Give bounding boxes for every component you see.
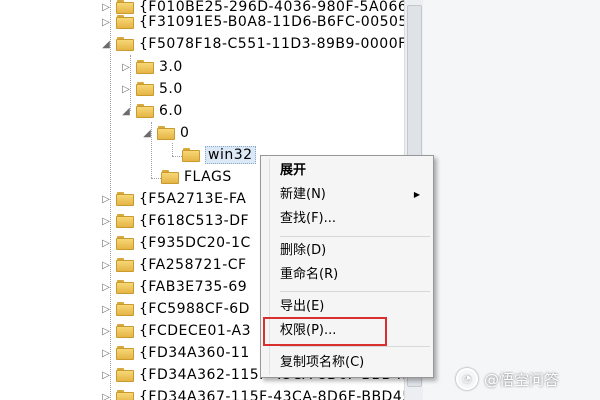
menu-item-expand[interactable]: 展开	[280, 161, 428, 181]
expand-arrow-icon[interactable]: ▷	[100, 194, 112, 205]
tree-item-selected[interactable]: ▷ win32	[166, 144, 256, 166]
tree-item-label: 6.0	[159, 103, 183, 119]
expand-arrow-icon[interactable]: ▷	[100, 348, 112, 359]
tree-item-label: 0	[180, 125, 190, 141]
menu-item-export[interactable]: 导出(E)	[280, 297, 428, 317]
tree-item[interactable]: ▷ {FD34A360-11	[100, 342, 250, 364]
collapse-arrow-icon[interactable]: ◢	[100, 39, 112, 50]
tree-item-label: {FA258721-CF	[139, 257, 247, 273]
expand-arrow-icon[interactable]: ▷	[120, 62, 132, 73]
tree-item-label: {F5A2713E-FA	[139, 191, 247, 207]
menu-separator	[280, 291, 430, 292]
watermark-text: @悟空问答	[484, 370, 560, 389]
folder-icon	[116, 15, 134, 29]
tree-item[interactable]: ▷ {F935DC20-1C	[100, 232, 251, 254]
menu-item-label: 重命名(R)	[280, 267, 339, 282]
folder-icon	[116, 368, 134, 382]
menu-item-label: 导出(E)	[280, 299, 325, 314]
tree-item[interactable]: ▷ {FCDECE01-A3	[100, 320, 251, 342]
expand-arrow-icon[interactable]: ▷	[120, 84, 132, 95]
folder-icon	[157, 126, 175, 140]
menu-item-rename[interactable]: 重命名(R)	[280, 265, 428, 285]
tree-item-label: {FC5988CF-6D	[139, 301, 250, 317]
folder-icon	[116, 214, 134, 228]
folder-icon	[116, 192, 134, 206]
folder-icon	[116, 346, 134, 360]
menu-item-find[interactable]: 查找(F)...	[280, 209, 428, 229]
tree-item[interactable]: ▷ {FD34A367-115F-43CA-8D6F-BBD45	[100, 386, 405, 400]
menu-separator	[280, 346, 430, 347]
folder-icon	[136, 60, 154, 74]
menu-item-delete[interactable]: 删除(D)	[280, 241, 428, 261]
menu-item-label: 删除(D)	[280, 243, 327, 258]
folder-icon	[116, 302, 134, 316]
tree-item-label: win32	[205, 146, 256, 164]
expand-arrow-icon[interactable]: ▷	[100, 370, 112, 381]
menu-item-label: 新建(N)	[280, 187, 326, 202]
expand-arrow-icon[interactable]: ▷	[100, 260, 112, 271]
tree-item[interactable]: ▷ {FA258721-CF	[100, 254, 247, 276]
folder-icon	[116, 236, 134, 250]
expand-arrow-icon[interactable]: ▷	[100, 392, 112, 400]
tree-item-label: {F618C513-DF	[139, 213, 250, 229]
folder-icon	[116, 37, 134, 51]
expand-arrow-icon[interactable]: ▷	[100, 282, 112, 293]
folder-icon	[136, 104, 154, 118]
folder-icon	[182, 148, 200, 162]
tree-item-label: 3.0	[159, 59, 183, 75]
menu-item-label: 复制项名称(C)	[280, 355, 365, 370]
folder-icon	[116, 324, 134, 338]
expand-arrow-icon[interactable]: ▷	[100, 326, 112, 337]
watermark: ◔ @悟空问答	[456, 364, 559, 394]
folder-icon	[161, 170, 179, 184]
expand-arrow-icon[interactable]: ▷	[100, 216, 112, 227]
menu-item-label: 展开	[280, 163, 307, 178]
tree-item-label: 5.0	[159, 81, 183, 97]
tree-item[interactable]: ▷ {F5A2713E-FA	[100, 188, 246, 210]
tree-item-label: {F5078F18-C551-11D3-89B9-0000F8	[139, 36, 405, 52]
tree-item[interactable]: ◢ {F5078F18-C551-11D3-89B9-0000F8	[100, 33, 405, 55]
tree-item-label: FLAGS	[184, 169, 232, 185]
tree-item[interactable]: ▷ FLAGS	[145, 166, 232, 188]
folder-icon	[116, 258, 134, 272]
menu-item-copy-key-name[interactable]: 复制项名称(C)	[280, 353, 428, 373]
values-pane[interactable]	[405, 0, 600, 400]
tree-item[interactable]: ▷ 3.0	[120, 56, 183, 78]
tree-item-label: {FCDECE01-A3	[139, 323, 252, 339]
tree-item-label: {FAB3E735-69	[139, 279, 248, 295]
tree-item-label: {F31091E5-B0A8-11D6-B6FC-005056	[139, 14, 405, 30]
expand-arrow-icon[interactable]: ▷	[100, 238, 112, 249]
folder-icon	[116, 280, 134, 294]
menu-item-label: 查找(F)...	[280, 211, 337, 226]
highlight-annotation-box	[263, 317, 387, 346]
menu-item-new[interactable]: 新建(N) ▶	[280, 185, 428, 205]
watermark-logo-icon: ◔	[456, 368, 478, 390]
submenu-arrow-icon: ▶	[413, 190, 420, 199]
tree-item-label: {FD34A367-115F-43CA-8D6F-BBD45	[139, 389, 405, 400]
collapse-arrow-icon[interactable]: ◢	[141, 128, 153, 139]
tree-item[interactable]: ▷ {F31091E5-B0A8-11D6-B6FC-005056	[100, 11, 405, 33]
tree-item[interactable]: ◢ 0	[141, 122, 189, 144]
tree-item[interactable]: ◢ 6.0	[120, 100, 183, 122]
folder-icon	[136, 82, 154, 96]
folder-icon	[116, 390, 134, 400]
expand-arrow-icon[interactable]: ▷	[100, 17, 112, 28]
tree-item-label: {F935DC20-1C	[139, 235, 251, 251]
collapse-arrow-icon[interactable]: ◢	[120, 106, 132, 117]
tree-item-label: {FD34A360-11	[139, 345, 250, 361]
tree-item[interactable]: ▷ 5.0	[120, 78, 183, 100]
expand-arrow-icon[interactable]: ▷	[100, 304, 112, 315]
tree-item[interactable]: ▷ {F618C513-DF	[100, 210, 249, 232]
menu-separator	[280, 236, 430, 237]
tree-item[interactable]: ▷ {FC5988CF-6D	[100, 298, 250, 320]
tree-item[interactable]: ▷ {FAB3E735-69	[100, 276, 247, 298]
